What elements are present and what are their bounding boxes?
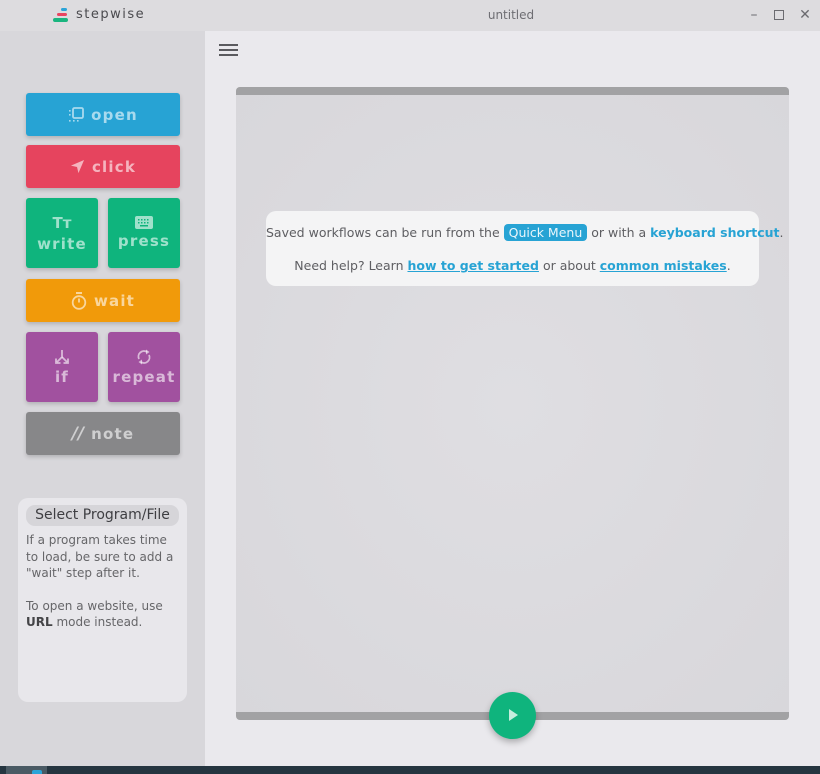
write-step-label: write: [37, 234, 87, 253]
repeat-step-button[interactable]: repeat: [108, 332, 180, 402]
note-step-button[interactable]: // note: [26, 412, 180, 455]
canvas-top-bar: [236, 87, 789, 95]
tip-line-2: Need help? Learn how to get started or a…: [266, 258, 759, 273]
press-step-label: press: [117, 232, 171, 250]
play-icon: [508, 706, 518, 725]
maximize-icon: [774, 10, 784, 20]
get-started-link[interactable]: how to get started: [407, 258, 538, 273]
write-step-button[interactable]: Tт write: [26, 198, 98, 268]
info-para2-suffix: mode instead.: [52, 615, 143, 629]
wait-step-label: wait: [93, 291, 136, 310]
open-step-button[interactable]: open: [26, 93, 180, 136]
info-url-bold: URL: [26, 615, 53, 629]
canvas-drop-area[interactable]: [236, 95, 789, 712]
info-title: Select Program/File: [26, 505, 179, 526]
tip-line-1: Saved workflows can be run from the Quic…: [266, 224, 784, 241]
workflow-canvas[interactable]: [236, 87, 789, 720]
info-paragraph-2: To open a website, use URL mode instead.: [26, 598, 179, 631]
app-name: stepwise: [76, 7, 146, 22]
step-info-panel: Select Program/File If a program takes t…: [18, 498, 187, 702]
maximize-button[interactable]: [770, 6, 788, 24]
info-paragraph-1: If a program takes time to load, be sure…: [26, 533, 174, 580]
open-window-icon: [68, 106, 85, 123]
text-size-icon: Tт: [52, 213, 72, 232]
if-step-label: if: [54, 367, 70, 386]
tip-text: or about: [538, 258, 600, 273]
keyboard-shortcut-link[interactable]: keyboard shortcut: [650, 225, 779, 240]
cursor-arrow-icon: [70, 159, 85, 174]
quick-menu-link[interactable]: Quick Menu: [503, 224, 588, 241]
info-para2-prefix: To open a website, use: [26, 598, 163, 613]
tip-text: or with a: [587, 225, 651, 240]
note-step-label: note: [91, 424, 135, 443]
close-button[interactable]: ✕: [796, 6, 814, 24]
open-step-label: open: [91, 105, 138, 124]
comment-slashes-icon: //: [71, 423, 85, 444]
os-taskbar: [0, 766, 820, 774]
minimize-button[interactable]: –: [745, 6, 763, 24]
tip-card: Saved workflows can be run from the Quic…: [266, 211, 784, 286]
repeat-icon: [136, 349, 152, 365]
if-step-button[interactable]: if: [26, 332, 98, 402]
hamburger-menu-icon[interactable]: [219, 43, 239, 58]
taskbar-app-stepwise[interactable]: [6, 766, 47, 774]
click-step-label: click: [91, 157, 137, 176]
keyboard-icon: [135, 216, 153, 229]
tip-text: .: [779, 225, 784, 240]
tip-text: Saved workflows can be run from the: [266, 225, 504, 240]
tip-text: .: [726, 258, 731, 273]
tip-text: Need help? Learn: [294, 258, 408, 273]
window-title: untitled: [487, 8, 535, 22]
run-workflow-button[interactable]: [489, 692, 536, 739]
branch-icon: [54, 349, 70, 365]
stopwatch-icon: [71, 291, 87, 310]
close-icon: ✕: [799, 7, 811, 23]
press-step-button[interactable]: press: [108, 198, 180, 268]
repeat-step-label: repeat: [112, 367, 176, 386]
common-mistakes-link[interactable]: common mistakes: [600, 258, 727, 273]
title-bar: stepwise untitled – ✕: [0, 0, 820, 31]
minimize-icon: –: [750, 7, 758, 23]
click-step-button[interactable]: click: [26, 145, 180, 188]
wait-step-button[interactable]: wait: [26, 279, 180, 322]
stepwise-logo-icon: [53, 7, 70, 24]
